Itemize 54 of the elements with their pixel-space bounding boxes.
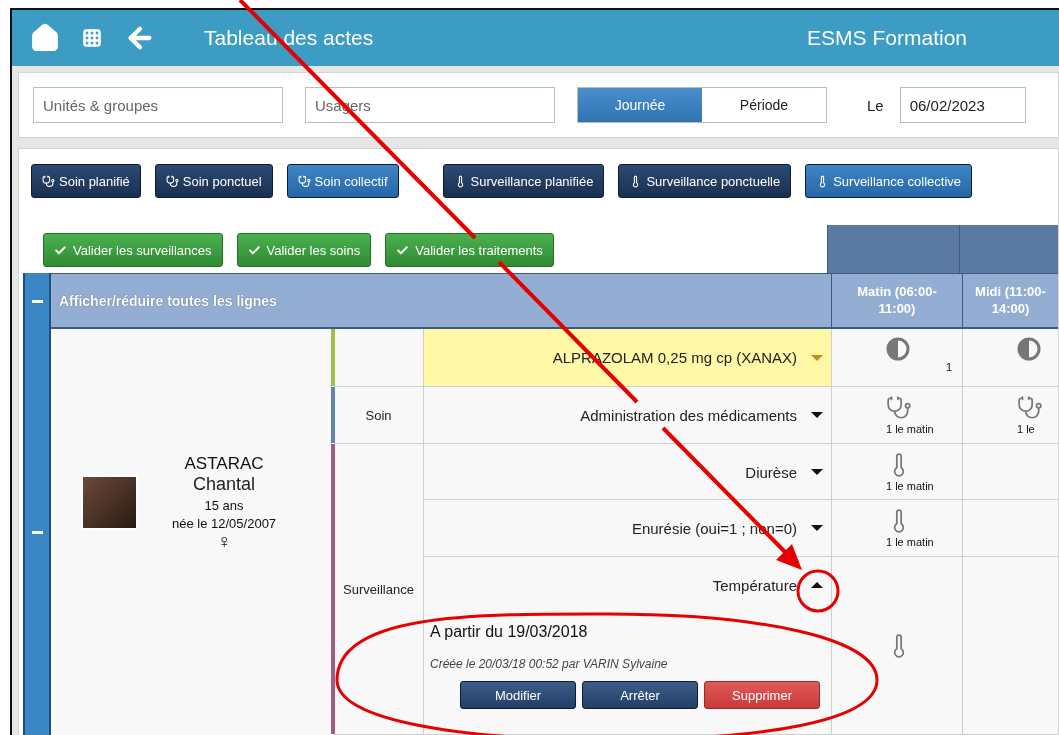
add-act-button[interactable]: Soin collectif [286,164,399,198]
check-icon [54,243,67,257]
caret-icon[interactable] [811,525,823,531]
stethoscope-icon [42,174,55,188]
act-label: Température [712,576,797,594]
annotation-circle [796,569,840,613]
add-act-button[interactable]: Surveillance collective [805,164,973,198]
half-filled-circle-icon [1017,337,1041,361]
created-info-text: Créée le 20/03/18 00:52 par VARIN Sylvaine [430,657,669,671]
add-act-button[interactable]: Surveillance planifiée [442,164,605,198]
check-icon [247,243,261,257]
start-date-text: A partir du 19/03/2018 [430,623,589,641]
check-icon [396,243,410,257]
caret-icon[interactable] [811,582,823,588]
patient-birth-date: née le 12/05/2007 [172,515,277,531]
detail-action-button[interactable]: Modifier [460,681,576,709]
frequency-note: 1 le matin [886,480,935,492]
add-act-button[interactable]: Soin ponctuel [154,164,273,198]
patient-first-name: Chantal [193,473,256,495]
female-symbol: ♀ [216,530,232,551]
stethoscope-icon [297,174,311,188]
photo-placeholder [81,474,138,530]
caret-icon[interactable] [811,469,823,475]
act-label: Administration des médicaments [580,406,797,424]
page-title: Tableau des actes [204,26,375,50]
patient-age: 15 ans [204,497,244,513]
detail-action-button[interactable]: Supprimer [704,681,820,709]
dose-count: 1 [945,361,952,373]
stethoscope-icon [165,174,179,188]
column-header: Midi (11:00-14:00) [962,273,1058,329]
stethoscope-icon [886,395,912,421]
frequency-note: 1 le matin [886,536,935,548]
frequency-note: 1 le [1017,423,1036,435]
mode-toggle[interactable]: Journée [578,88,702,122]
collapse-icon[interactable] [31,530,43,534]
caret-icon[interactable] [811,412,823,418]
home-icon[interactable] [30,23,60,53]
date-field[interactable]: 06/02/2023 [899,87,1026,123]
date-label: Le [867,96,884,114]
add-act-button[interactable]: Surveillance ponctuelle [618,164,792,198]
patient-last-name: ASTARAC [184,453,264,474]
category-label: Surveillance [343,581,414,597]
act-label: Diurèse [745,463,797,481]
detail-action-button[interactable]: Arrêter [582,681,698,709]
units-field[interactable]: Unités & groupes [33,87,283,123]
frequency-note: 1 le matin [886,423,935,435]
half-filled-circle-icon [886,337,910,361]
category-label: Soin [365,407,392,423]
grid-icon[interactable] [82,28,102,48]
stethoscope-icon [1017,395,1043,421]
collapse-icon[interactable] [31,299,43,303]
column-header: Matin (06:00-11:00) [831,273,962,329]
add-act-button[interactable]: Soin planifié [31,164,141,198]
organization-name: ESMS Formation [807,26,967,50]
